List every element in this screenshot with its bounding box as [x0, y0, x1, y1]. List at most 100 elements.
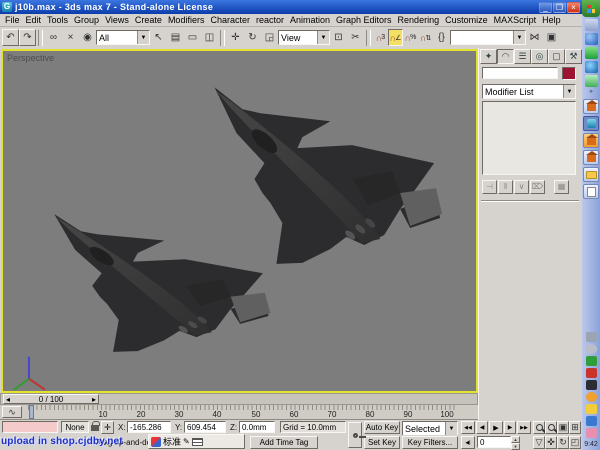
configure-modifier-sets-icon[interactable]: ▦ [554, 180, 569, 194]
restore-button[interactable]: ❐ [553, 2, 566, 13]
add-time-tag-button[interactable]: Add Time Tag [250, 436, 318, 449]
z-coordinate-field[interactable]: 0.0mm [239, 421, 275, 433]
quicklaunch-qq-icon[interactable] [585, 47, 598, 59]
modifier-stack-list[interactable] [482, 101, 576, 175]
zoom-icon[interactable] [533, 421, 545, 434]
tray-lock-icon[interactable] [586, 404, 597, 414]
tab-hierarchy[interactable]: ☰ [514, 49, 531, 64]
make-unique-icon[interactable]: ∨ [514, 180, 529, 194]
time-slider[interactable]: ◂ 0 / 100 ▸ [0, 393, 478, 405]
quicklaunch-messenger-icon[interactable] [585, 33, 598, 45]
tab-display[interactable]: ▢ [548, 49, 565, 64]
taskbar-button-maxfile-1[interactable] [583, 99, 599, 114]
taskbar-clock[interactable]: 9:42 [584, 441, 598, 448]
redo-icon[interactable]: ↷ [19, 29, 36, 46]
taskbar-button-notepad[interactable] [583, 184, 599, 199]
rect-selection-region-icon[interactable]: ▭ [184, 29, 201, 46]
menu-rendering[interactable]: Rendering [395, 15, 443, 25]
tab-create[interactable]: ✦ [480, 49, 497, 64]
time-slider-handle[interactable]: ◂ 0 / 100 ▸ [3, 394, 99, 404]
maxscript-mini-listener[interactable] [2, 421, 58, 433]
track-bar[interactable]: ∿ 10 20 30 40 50 60 70 80 90 100 [0, 405, 478, 420]
menu-file[interactable]: File [2, 15, 23, 25]
tray-app-icon-1[interactable] [586, 344, 597, 354]
title-bar[interactable]: G j10b.max - 3ds max 7 - Stand-alone Lic… [0, 0, 582, 14]
current-frame-field[interactable]: 0 [477, 436, 511, 448]
ime-language-bar[interactable]: 标准 ✎ [148, 434, 245, 449]
spinner-down-icon[interactable]: ▼ [511, 443, 520, 450]
viewport-canvas[interactable] [3, 51, 476, 391]
window-crossing-icon[interactable]: ◫ [201, 29, 218, 46]
menu-help[interactable]: Help [539, 15, 564, 25]
quicklaunch-app-icon[interactable] [585, 19, 598, 31]
jet-model-small[interactable] [54, 214, 270, 352]
tab-modify[interactable]: ◠ [497, 49, 514, 64]
quicklaunch-browser-icon[interactable] [585, 61, 598, 73]
select-by-name-icon[interactable]: ▤ [167, 29, 184, 46]
jet-model-large[interactable] [215, 87, 443, 264]
taskbar-button-3dsmax-active[interactable] [583, 116, 599, 131]
ime-pen-icon[interactable]: ✎ [183, 437, 190, 446]
chevron-down-icon[interactable]: ▼ [137, 31, 149, 44]
go-to-start-icon[interactable]: ◀◀ [461, 421, 475, 434]
chevron-down-icon[interactable]: ▼ [563, 85, 575, 98]
select-object-icon[interactable]: ↖ [150, 29, 167, 46]
align-icon[interactable]: ▣ [543, 29, 560, 46]
select-rotate-icon[interactable]: ↻ [244, 29, 261, 46]
angle-snap-icon[interactable]: ∩∠ [388, 29, 403, 46]
minmax-toggle-icon[interactable]: ◰ [569, 436, 581, 449]
menu-animation[interactable]: Animation [287, 15, 333, 25]
x-coordinate-field[interactable]: -165.286 [127, 421, 171, 433]
field-of-view-icon[interactable]: ▽ [533, 436, 545, 449]
unlink-selection-icon[interactable]: × [62, 29, 79, 46]
arc-rotate-icon[interactable]: ↻ [557, 436, 569, 449]
tray-volume-icon[interactable] [586, 332, 597, 342]
mirror-icon[interactable]: ⋈ [526, 29, 543, 46]
percent-snap-icon[interactable]: ∩% [403, 29, 418, 46]
frame-0-marker[interactable] [29, 405, 34, 419]
remove-modifier-icon[interactable]: ⌦ [530, 180, 545, 194]
edit-named-selections-icon[interactable]: {} [433, 29, 450, 46]
chevron-down-icon[interactable]: ▼ [445, 422, 457, 435]
use-center-icon[interactable]: ⊡ [330, 29, 347, 46]
taskbar-button-maxfile-2[interactable] [583, 133, 599, 148]
pan-icon[interactable]: ✜ [545, 436, 557, 449]
perspective-viewport[interactable]: Perspective [1, 49, 478, 393]
bind-spacewarp-icon[interactable]: ◉ [79, 29, 96, 46]
ime-keyboard-icon[interactable] [192, 438, 203, 446]
show-end-result-icon[interactable]: ‖ [498, 180, 513, 194]
y-coordinate-field[interactable]: 609.454 [184, 421, 226, 433]
named-selection-dropdown[interactable]: ▼ [450, 30, 526, 45]
frame-back-icon[interactable]: ◂ [6, 395, 10, 404]
close-button[interactable]: × [567, 2, 580, 13]
previous-frame-icon[interactable]: ◀ [476, 421, 488, 434]
next-frame-icon[interactable]: ▶ [504, 421, 516, 434]
menu-modifiers[interactable]: Modifiers [165, 15, 208, 25]
undo-icon[interactable]: ↶ [2, 29, 19, 46]
auto-key-button[interactable]: Auto Key [364, 421, 400, 434]
select-move-icon[interactable]: ✛ [227, 29, 244, 46]
selection-lock-icon[interactable] [91, 425, 99, 431]
menu-customize[interactable]: Customize [442, 15, 491, 25]
object-color-swatch[interactable] [562, 67, 576, 80]
ime-label[interactable]: 标准 [163, 435, 181, 448]
modifier-list-dropdown[interactable]: Modifier List ▼ [482, 84, 576, 99]
frame-forward-icon[interactable]: ▸ [92, 395, 96, 404]
tray-app-icon-3[interactable] [586, 380, 597, 390]
chevron-down-icon[interactable]: ▼ [513, 31, 525, 44]
menu-tools[interactable]: Tools [44, 15, 71, 25]
mini-curve-editor-icon[interactable]: ∿ [2, 406, 22, 418]
tab-motion[interactable]: ◎ [531, 49, 548, 64]
tray-app-icon-2[interactable] [586, 356, 597, 366]
menu-maxscript[interactable]: MAXScript [491, 15, 540, 25]
go-to-end-icon[interactable]: ▶▶ [517, 421, 531, 434]
set-key-mode-icon[interactable] [348, 422, 362, 448]
quicklaunch-expand-icon[interactable]: » [585, 89, 598, 97]
taskbar-button-maxfile-3[interactable] [583, 150, 599, 165]
transform-typein-mode-icon[interactable]: ✛ [101, 421, 114, 434]
start-button[interactable] [582, 0, 600, 17]
select-link-icon[interactable]: ∞ [45, 29, 62, 46]
minimize-button[interactable]: _ [539, 2, 552, 13]
menu-character[interactable]: Character [207, 15, 253, 25]
zoom-extents-all-icon[interactable]: ⊞ [569, 421, 581, 434]
